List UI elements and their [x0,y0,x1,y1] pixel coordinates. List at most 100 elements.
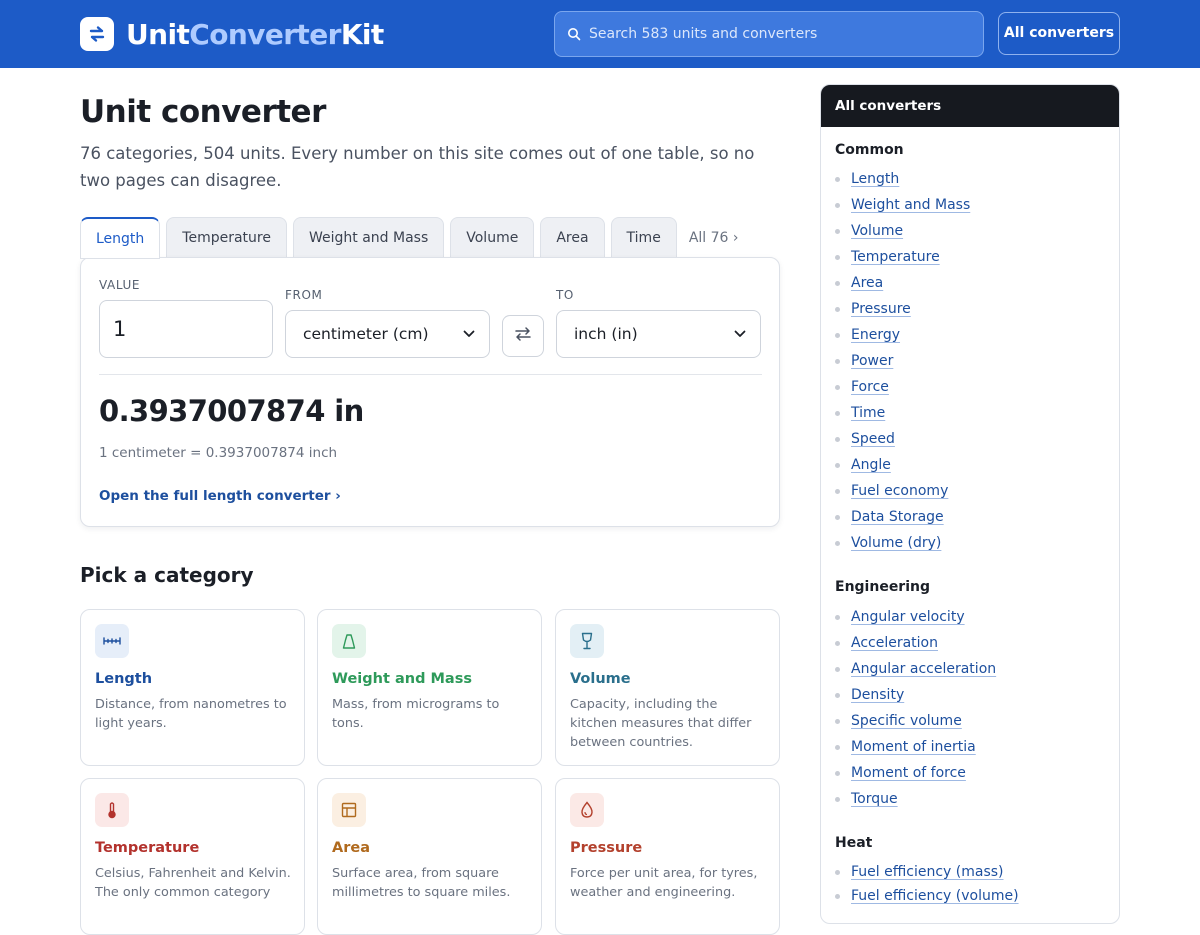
sidebar-item-fuel-economy[interactable]: Fuel economy [835,481,948,501]
swap-icon [514,325,532,347]
sidebar-link[interactable]: Energy [851,327,900,343]
sidebar-link[interactable]: Speed [851,431,895,447]
sidebar-item-volume-dry[interactable]: Volume (dry) [835,533,941,553]
sidebar-link[interactable]: Acceleration [851,635,938,651]
category-card-weight-and-mass[interactable]: Weight and Mass Mass, from micrograms to… [317,609,542,766]
logo-swap-icon [80,17,114,51]
sidebar-item-angular-velocity[interactable]: Angular velocity [835,607,965,627]
sidebar-item-time[interactable]: Time [835,403,885,423]
category-card-temperature[interactable]: Temperature Celsius, Fahrenheit and Kelv… [80,778,305,935]
tab-length[interactable]: Length [80,217,161,259]
category-description: Capacity, including the kitchen measures… [570,697,752,750]
sidebar-item-moment-of-inertia[interactable]: Moment of inertia [835,737,976,757]
category-card-volume[interactable]: Volume Capacity, including the kitchen m… [555,609,780,766]
search-box[interactable] [554,11,984,57]
category-title: Length [95,671,153,687]
glass-icon [570,624,604,658]
bullet [835,640,840,646]
sidebar-item-density[interactable]: Density [835,685,904,705]
sidebar-item-length[interactable]: Length [835,169,899,189]
to-unit-select[interactable]: inch (in) [556,310,761,358]
tab-temperature[interactable]: Temperature [166,217,287,258]
sidebar-all-converters: All converters Common Length Weight and … [820,84,1120,924]
bullet [835,692,840,698]
from-unit-select[interactable]: centimeter (cm) [285,310,490,358]
sidebar-link[interactable]: Angular acceleration [851,661,996,677]
sidebar-link[interactable]: Density [851,687,904,703]
bullet [835,332,840,338]
sidebar-link[interactable]: Fuel efficiency (volume) [851,888,1019,904]
pick-category-heading: Pick a category [80,563,254,587]
category-description: Surface area, from square millimetres to… [332,866,511,900]
category-card-length[interactable]: Length Distance, from nanometres to ligh… [80,609,305,766]
category-description: Force per unit area, for tyres, weather … [570,866,758,900]
sidebar-item-temperature[interactable]: Temperature [835,247,940,267]
sidebar-item-angular-acceleration[interactable]: Angular acceleration [835,659,996,679]
bullet [835,614,840,620]
tab-time[interactable]: Time [610,217,677,258]
sidebar-item-force[interactable]: Force [835,377,889,397]
sidebar-link[interactable]: Volume [851,223,903,239]
tab-volume[interactable]: Volume [450,217,535,258]
ruler-icon [95,624,129,658]
sidebar-item-weight-and-mass[interactable]: Weight and Mass [835,195,970,215]
sidebar-link[interactable]: Moment of inertia [851,739,976,755]
bullet [835,462,840,468]
sidebar-item-torque[interactable]: Torque [835,789,898,809]
category-card-pressure[interactable]: Pressure Force per unit area, for tyres,… [555,778,780,935]
sidebar-group-heat: Heat [835,835,873,851]
sidebar-item-energy[interactable]: Energy [835,325,900,345]
sidebar-item-pressure[interactable]: Pressure [835,299,911,319]
value-input[interactable] [99,300,273,358]
sidebar-item-power[interactable]: Power [835,351,893,371]
category-tabs: Length Temperature Weight and Mass Volum… [80,217,749,259]
sidebar-item-fuel-efficiency-volume[interactable]: Fuel efficiency (volume) [835,886,1019,906]
sidebar-item-acceleration[interactable]: Acceleration [835,633,938,653]
sidebar-item-speed[interactable]: Speed [835,429,895,449]
sidebar-link[interactable]: Moment of force [851,765,966,781]
sidebar-item-specific-volume[interactable]: Specific volume [835,711,962,731]
sidebar-link[interactable]: Pressure [851,301,911,317]
sidebar-item-area[interactable]: Area [835,273,883,293]
sidebar-link[interactable]: Angle [851,457,891,473]
sidebar-link[interactable]: Angular velocity [851,609,965,625]
sidebar-link[interactable]: Force [851,379,889,395]
all-converters-button[interactable]: All converters [998,12,1120,55]
site-logo[interactable]: UnitConverterKit [80,17,384,51]
sidebar-link[interactable]: Specific volume [851,713,962,729]
sidebar-link[interactable]: Fuel economy [851,483,948,499]
sidebar-item-data-storage[interactable]: Data Storage [835,507,944,527]
sidebar-link[interactable]: Time [851,405,885,421]
converter-panel: VALUE FROM centimeter (cm) TO inch (in) … [80,257,780,527]
conversion-formula: 1 centimeter = 0.3937007874 inch [99,445,338,461]
from-unit-value: centimeter (cm) [303,325,429,343]
category-title: Volume [570,671,631,687]
search-input[interactable] [589,14,983,54]
bullet [835,744,840,750]
open-full-converter-link[interactable]: Open the full length converter › [99,488,341,504]
swap-units-button[interactable] [502,315,544,357]
bullet [835,384,840,390]
sidebar-link[interactable]: Weight and Mass [851,197,970,213]
category-card-area[interactable]: Area Surface area, from square millimetr… [317,778,542,935]
chevron-down-icon [463,327,475,341]
sidebar-link[interactable]: Area [851,275,883,291]
bullet [835,893,840,899]
sidebar-item-volume[interactable]: Volume [835,221,903,241]
sidebar-link[interactable]: Temperature [851,249,940,265]
sidebar-link[interactable]: Torque [851,791,898,807]
sidebar-item-angle[interactable]: Angle [835,455,891,475]
to-label: TO [556,288,574,302]
sidebar-link[interactable]: Fuel efficiency (mass) [851,864,1004,880]
tab-weight-and-mass[interactable]: Weight and Mass [292,217,445,258]
bullet [835,718,840,724]
sidebar-link[interactable]: Volume (dry) [851,535,941,551]
sidebar-link[interactable]: Length [851,171,899,187]
sidebar-item-moment-of-force[interactable]: Moment of force [835,763,966,783]
tab-all-categories[interactable]: All 76 › [683,217,749,258]
bullet [835,410,840,416]
tab-area[interactable]: Area [540,217,605,258]
sidebar-link[interactable]: Power [851,353,893,369]
sidebar-link[interactable]: Data Storage [851,509,944,525]
sidebar-item-fuel-efficiency-mass[interactable]: Fuel efficiency (mass) [835,862,1004,882]
